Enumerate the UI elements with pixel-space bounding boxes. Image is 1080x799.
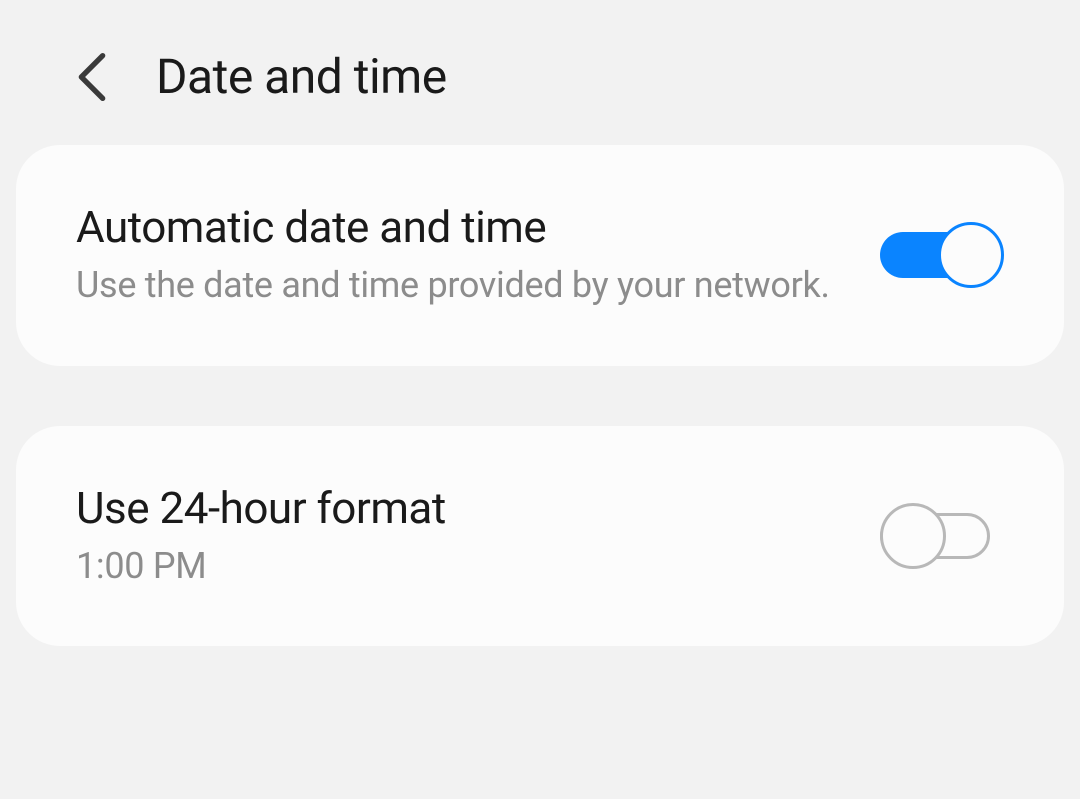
toggle-24-hour-format[interactable] (880, 503, 1004, 569)
setting-subtitle: 1:00 PM (76, 542, 840, 591)
setting-automatic-date-time[interactable]: Automatic date and time Use the date and… (16, 145, 1064, 366)
toggle-thumb (938, 222, 1004, 288)
toggle-automatic-date-time[interactable] (880, 222, 1004, 288)
setting-subtitle: Use the date and time provided by your n… (76, 261, 840, 310)
header: Date and time (0, 0, 1080, 145)
page-title: Date and time (156, 48, 447, 105)
toggle-thumb (880, 503, 946, 569)
setting-content: Use 24-hour format 1:00 PM (76, 482, 880, 591)
back-button[interactable] (76, 50, 108, 104)
setting-24-hour-format[interactable]: Use 24-hour format 1:00 PM (16, 426, 1064, 647)
chevron-left-icon (76, 50, 108, 104)
setting-content: Automatic date and time Use the date and… (76, 201, 880, 310)
setting-title: Use 24-hour format (76, 482, 840, 534)
setting-title: Automatic date and time (76, 201, 840, 253)
